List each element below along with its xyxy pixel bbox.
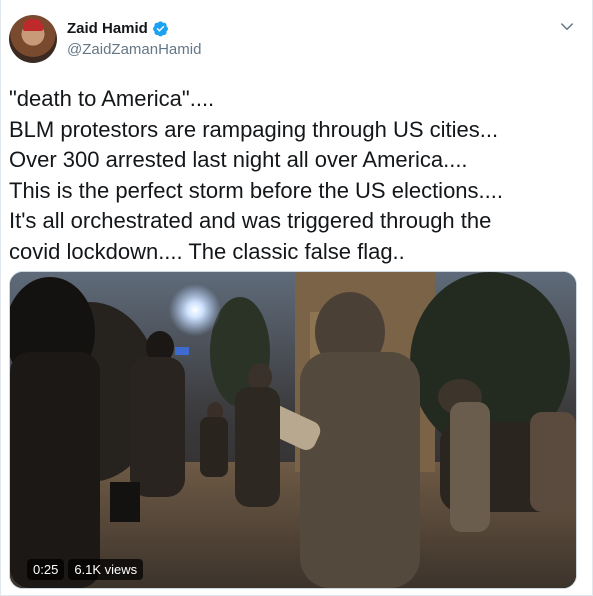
tweet-text: "death to America".... BLM protestors ar…: [9, 84, 579, 267]
video-frame: [10, 272, 576, 588]
chevron-down-icon[interactable]: [558, 18, 576, 36]
author-name[interactable]: Zaid Hamid: [67, 20, 148, 37]
video-player[interactable]: 0:25 6.1K views: [9, 271, 577, 589]
tweet-line: BLM protestors are rampaging through US …: [9, 116, 499, 142]
tweet-line: Over 300 arrested last night all over Am…: [9, 147, 468, 172]
author-avatar[interactable]: [9, 15, 57, 63]
tweet-line: This is the perfect storm before the US …: [9, 177, 503, 203]
tweet-card: Zaid Hamid @ZaidZamanHamid "death to Ame…: [0, 0, 593, 596]
video-views: 6.1K views: [68, 559, 144, 580]
video-overlay: 0:25 6.1K views: [27, 559, 144, 580]
tweet-line: It's all orchestrated and was triggered …: [9, 208, 492, 233]
author-name-row: Zaid Hamid: [67, 20, 169, 37]
verified-badge-icon: [152, 21, 168, 37]
tweet-line: "death to America"....: [9, 86, 215, 111]
video-duration: 0:25: [27, 559, 65, 580]
avatar-cap: [23, 19, 43, 31]
author-handle[interactable]: @ZaidZamanHamid: [67, 41, 201, 58]
tweet-line: covid lockdown.... The classic false fla…: [9, 238, 405, 264]
